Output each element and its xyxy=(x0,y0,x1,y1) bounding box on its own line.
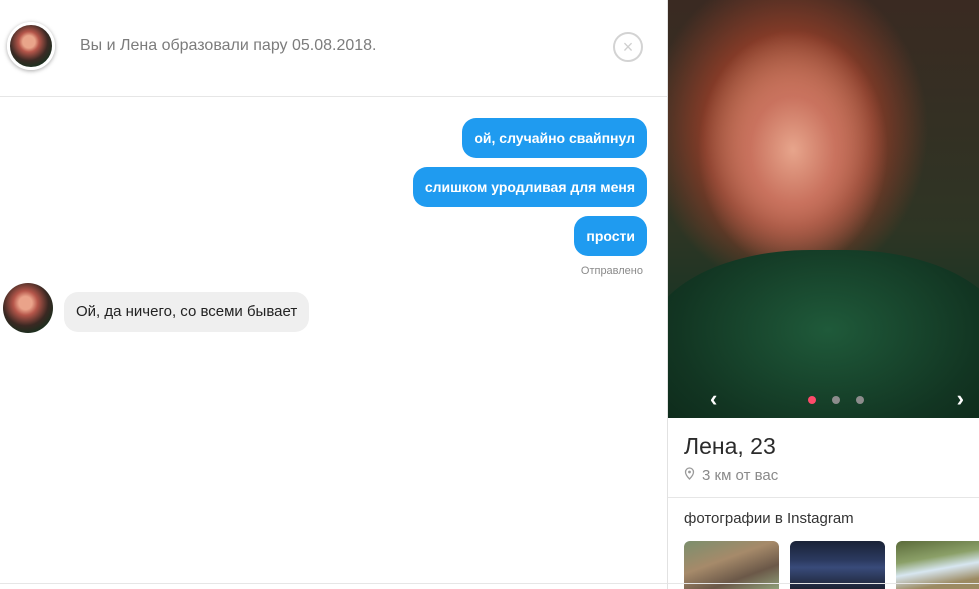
match-avatar[interactable] xyxy=(7,22,55,70)
chat-pane: Вы и Лена образовали пару 05.08.2018. × … xyxy=(0,0,667,589)
location-pin-icon xyxy=(684,467,696,484)
sender-avatar[interactable] xyxy=(3,283,53,333)
profile-name: Лена, 23 xyxy=(684,433,776,459)
chat-footer-divider xyxy=(0,583,667,584)
profile-footer-divider xyxy=(668,583,979,584)
distance-label: 3 км от вас xyxy=(702,467,779,484)
message-status: Отправлено xyxy=(580,265,643,277)
chevron-left-icon[interactable]: ‹ xyxy=(710,386,717,412)
message-bubble-outgoing: прости xyxy=(574,216,647,256)
instagram-photo-thumbnail[interactable] xyxy=(790,541,885,589)
instagram-section-title: фотографии в Instagram xyxy=(684,510,854,527)
profile-distance: 3 км от вас xyxy=(684,467,778,484)
photo-pagination xyxy=(808,396,864,404)
close-icon[interactable]: × xyxy=(613,32,643,62)
profile-pane: ‹ › Лена, 23 3 км от вас фотографии в In… xyxy=(667,0,979,589)
chat-header: Вы и Лена образовали пару 05.08.2018. × xyxy=(0,0,667,97)
photo-dot[interactable] xyxy=(832,396,840,404)
instagram-thumbnails xyxy=(684,541,979,589)
message-bubble-outgoing: слишком уродливая для меня xyxy=(412,167,647,207)
photo-dot[interactable] xyxy=(856,396,864,404)
photo-dot[interactable] xyxy=(808,396,816,404)
chevron-right-icon[interactable]: › xyxy=(957,386,964,412)
instagram-photo-thumbnail[interactable] xyxy=(684,541,779,589)
profile-photo[interactable]: ‹ › xyxy=(668,0,979,418)
message-bubble-incoming: Ой, да ничего, со всеми бывает xyxy=(64,292,310,332)
message-bubble-outgoing: ой, случайно свайпнул xyxy=(462,118,647,158)
match-info-text: Вы и Лена образовали пару 05.08.2018. xyxy=(80,37,377,54)
app-root: Вы и Лена образовали пару 05.08.2018. × … xyxy=(0,0,979,589)
profile-divider xyxy=(668,497,979,498)
instagram-photo-thumbnail[interactable] xyxy=(896,541,979,589)
